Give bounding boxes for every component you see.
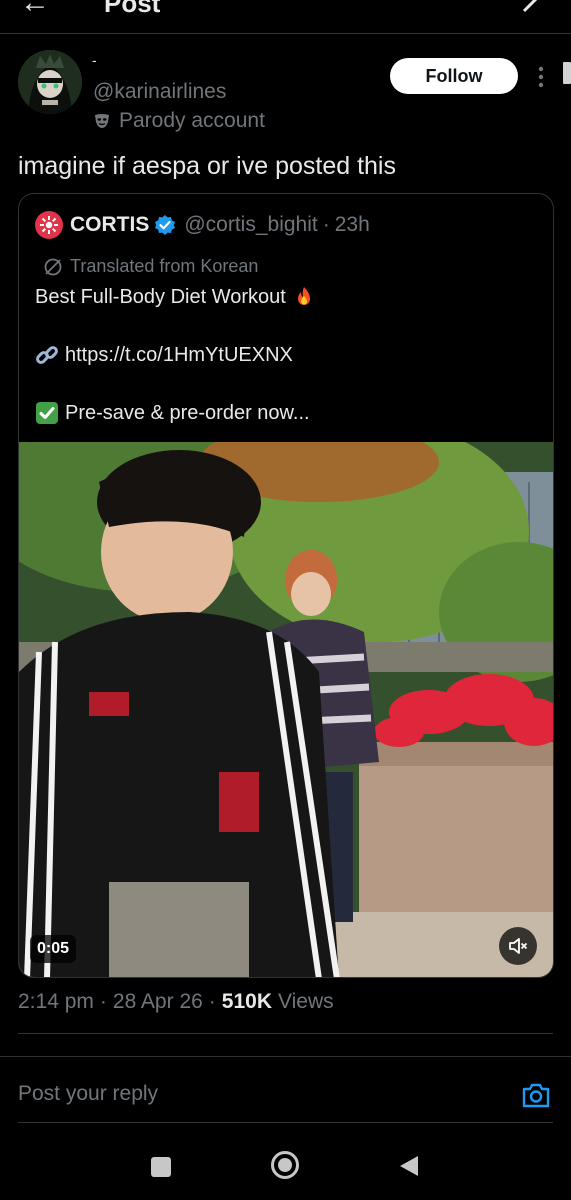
- quoted-line-3: Pre-save & pre-order now...: [35, 401, 310, 425]
- top-bar: ← Post: [0, 0, 571, 34]
- cortis-logo-icon: [40, 216, 58, 234]
- grok-icon[interactable]: [519, 0, 549, 16]
- avatar[interactable]: [18, 50, 82, 114]
- translated-label[interactable]: Translated from Korean: [43, 256, 258, 277]
- author-handle[interactable]: @karinairlines: [93, 80, 226, 104]
- verified-badge-icon: [155, 215, 176, 235]
- quoted-post-time: 23h: [334, 213, 370, 236]
- parody-text: Parody account: [119, 109, 265, 132]
- link-emoji-icon: [36, 346, 58, 364]
- video-frame: [19, 442, 553, 977]
- system-nav-bar: [0, 1130, 571, 1200]
- quoted-line-1-text: Best Full-Body Diet Workout: [35, 285, 286, 308]
- separator-dot: ·: [208, 990, 216, 1013]
- translate-icon: [44, 258, 62, 275]
- follow-button[interactable]: Follow: [390, 58, 518, 94]
- post-date: 28 Apr 26: [112, 990, 203, 1013]
- quoted-link[interactable]: https://t.co/1HmYtUEXNX: [65, 344, 293, 367]
- cortis-avatar[interactable]: [35, 211, 63, 239]
- divider: [18, 1033, 553, 1034]
- fire-emoji-icon: [297, 287, 310, 305]
- mask-icon: [95, 114, 109, 128]
- quoted-post-header: CORTIS @cortis_bighit · 23h: [35, 210, 370, 240]
- video-timestamp: 0:05: [30, 935, 77, 963]
- quoted-author-name[interactable]: CORTIS: [70, 213, 149, 237]
- quoted-line-3-text: Pre-save & pre-order now...: [65, 401, 310, 424]
- check-mark-emoji-icon: [36, 402, 58, 424]
- back-button-icon[interactable]: [398, 1154, 420, 1178]
- translated-text: Translated from Korean: [70, 256, 259, 276]
- post-time: 2:14 pm: [18, 990, 94, 1013]
- recents-button-icon[interactable]: [151, 1157, 171, 1177]
- separator-dot: ·: [322, 213, 330, 236]
- avatar-image: [18, 50, 82, 114]
- post-meta: 2:14 pm · 28 Apr 26 · 510K Views: [18, 990, 334, 1014]
- reply-input[interactable]: [18, 1082, 488, 1106]
- reply-underline: [18, 1122, 553, 1123]
- quoted-line-1: Best Full-Body Diet Workout: [35, 285, 316, 309]
- scrollbar-thumb[interactable]: [563, 62, 571, 84]
- post-author: - @karinairlines Parody account Follow: [18, 50, 553, 140]
- author-display-name[interactable]: -: [92, 52, 97, 68]
- tweet-text: imagine if aespa or ive posted this: [18, 152, 396, 180]
- quoted-line-2: https://t.co/1HmYtUEXNX: [35, 343, 293, 367]
- video-player[interactable]: 0:05: [19, 442, 553, 977]
- speaker-muted-icon: [509, 938, 528, 954]
- camera-icon[interactable]: [521, 1080, 551, 1110]
- parody-label: Parody account: [93, 109, 265, 133]
- divider: [0, 1056, 571, 1057]
- views-count[interactable]: 510K: [222, 990, 272, 1014]
- quoted-post[interactable]: CORTIS @cortis_bighit · 23h Translated f…: [18, 193, 554, 978]
- page-title: Post: [104, 0, 161, 18]
- home-button-icon[interactable]: [270, 1150, 300, 1180]
- more-vertical-icon[interactable]: [535, 66, 547, 88]
- quoted-author-handle[interactable]: @cortis_bighit: [184, 213, 317, 237]
- separator-dot: ·: [99, 990, 107, 1013]
- back-arrow-icon[interactable]: ←: [20, 0, 50, 20]
- mute-button[interactable]: [499, 927, 537, 965]
- views-label[interactable]: Views: [278, 990, 334, 1014]
